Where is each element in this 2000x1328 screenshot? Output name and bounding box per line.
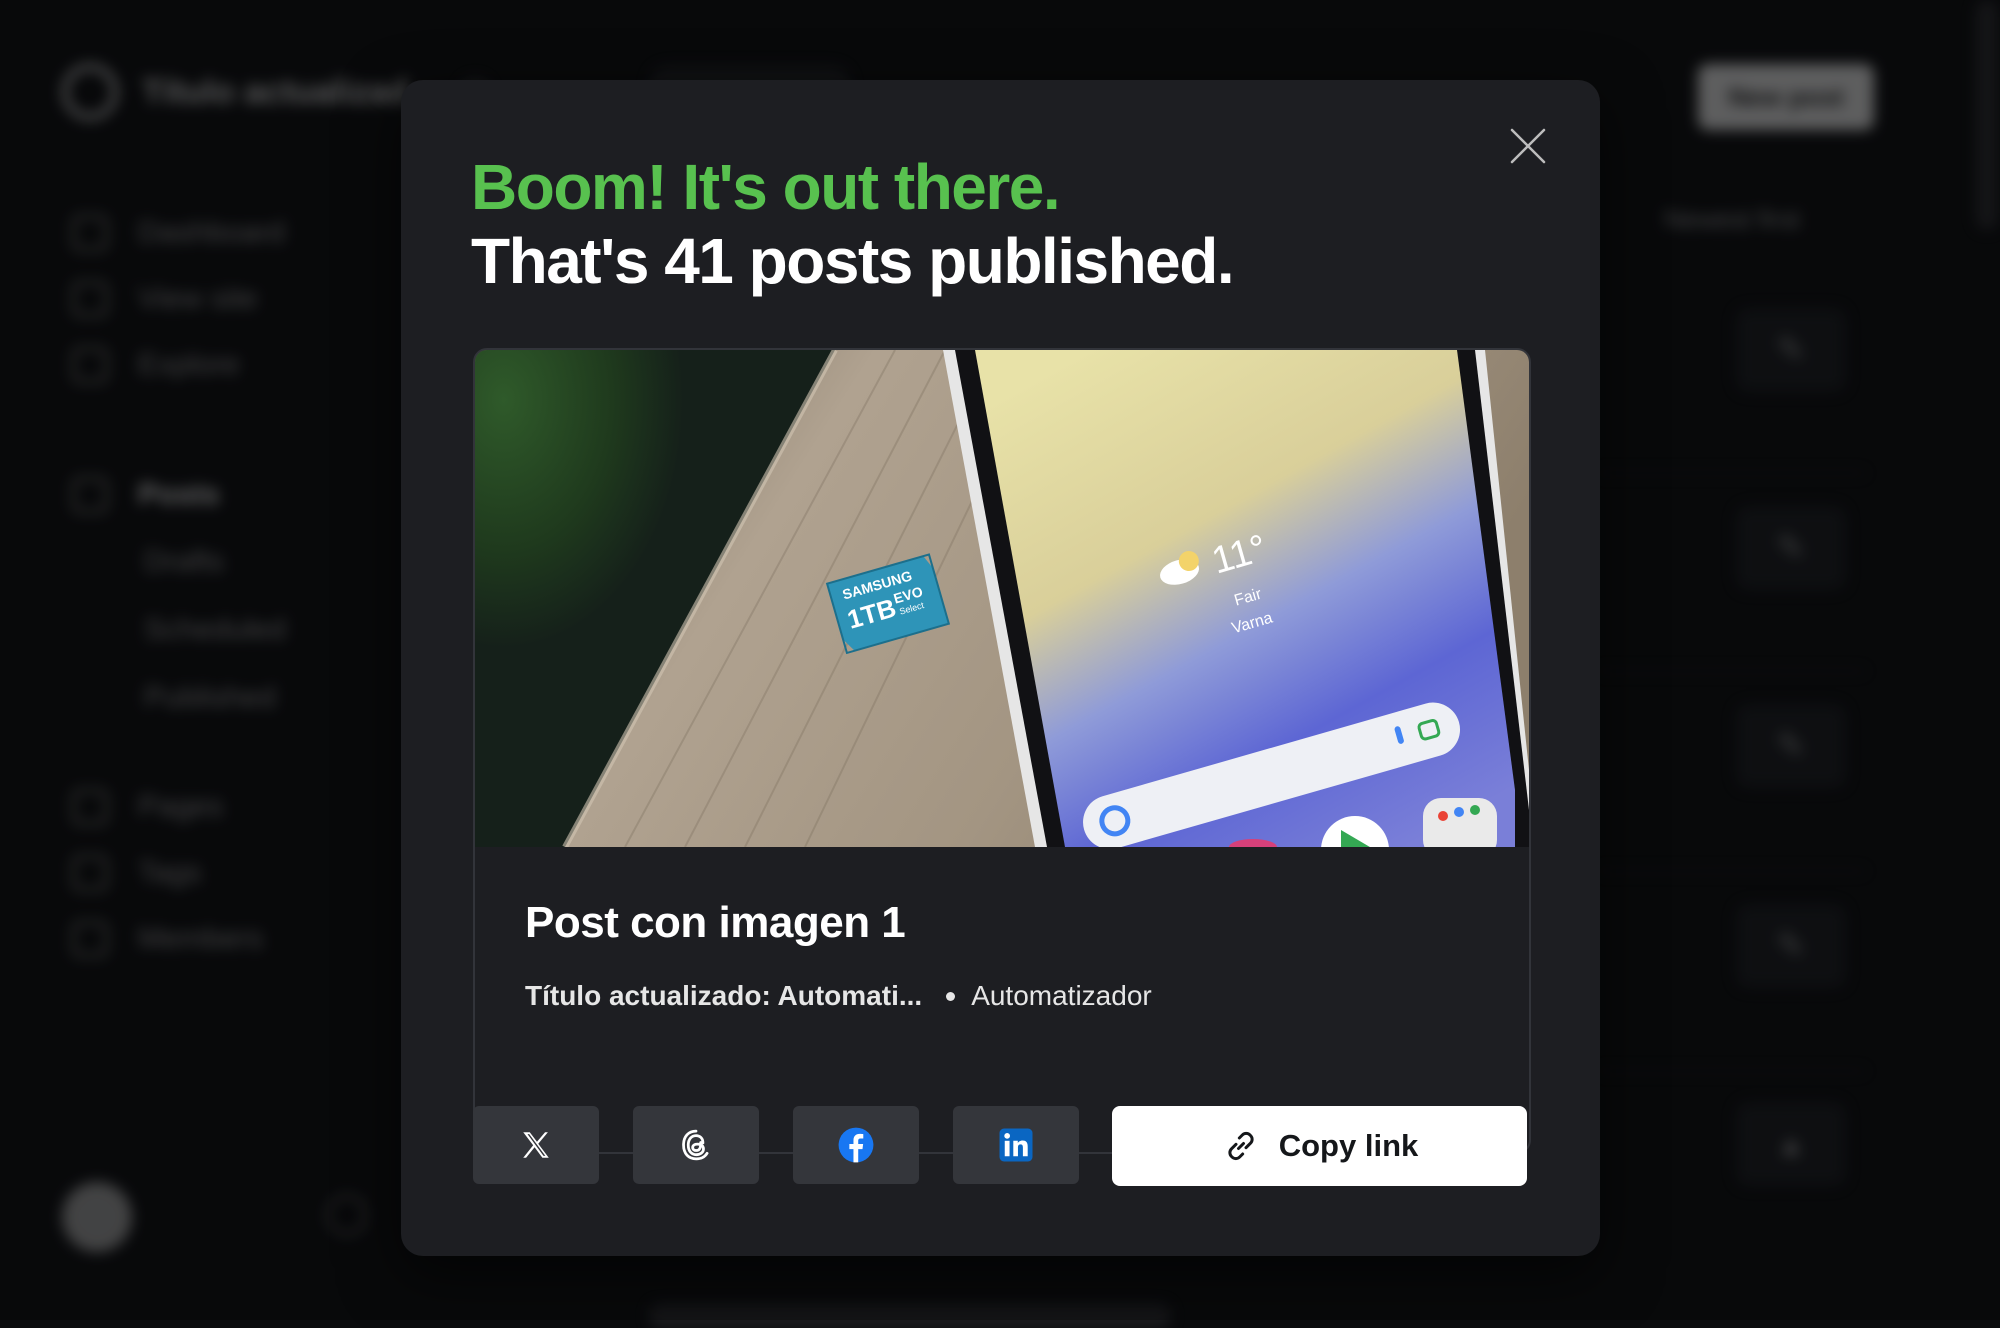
post-title: Post con imagen 1 <box>525 898 906 947</box>
copy-link-label: Copy link <box>1278 1128 1419 1163</box>
facebook-icon <box>838 1127 874 1163</box>
x-icon <box>523 1132 549 1158</box>
linkedin-icon <box>999 1128 1033 1162</box>
close-button[interactable] <box>1508 126 1548 166</box>
post-preview-card[interactable]: 11° Fair Varna SAMSUNG 1TB EVO Select Po… <box>473 348 1531 1154</box>
link-icon <box>1228 1131 1254 1161</box>
share-x-button[interactable] <box>473 1106 599 1184</box>
post-author: Automatizador <box>971 980 1152 1011</box>
separator-dot <box>946 991 956 1001</box>
threads-icon <box>682 1129 709 1161</box>
headline-success: Boom! It's out there. <box>471 151 1061 223</box>
headline-post-count: That's 41 posts published. <box>471 225 1235 297</box>
share-linkedin-button[interactable] <box>953 1106 1079 1184</box>
feature-image: 11° Fair Varna SAMSUNG 1TB EVO Select <box>475 350 1529 847</box>
copy-link-button[interactable]: Copy link <box>1112 1106 1527 1186</box>
publish-success-modal: Boom! It's out there. That's 41 posts pu… <box>401 80 1600 1256</box>
share-facebook-button[interactable] <box>793 1106 919 1184</box>
share-threads-button[interactable] <box>633 1106 759 1184</box>
post-excerpt: Título actualizado: Automati... <box>525 980 923 1011</box>
modal-headline: Boom! It's out there. That's 41 posts pu… <box>471 150 1235 298</box>
close-icon <box>1510 128 1546 164</box>
share-buttons <box>473 1106 1079 1184</box>
post-meta: Título actualizado: Automati... Automati… <box>525 980 1152 1012</box>
